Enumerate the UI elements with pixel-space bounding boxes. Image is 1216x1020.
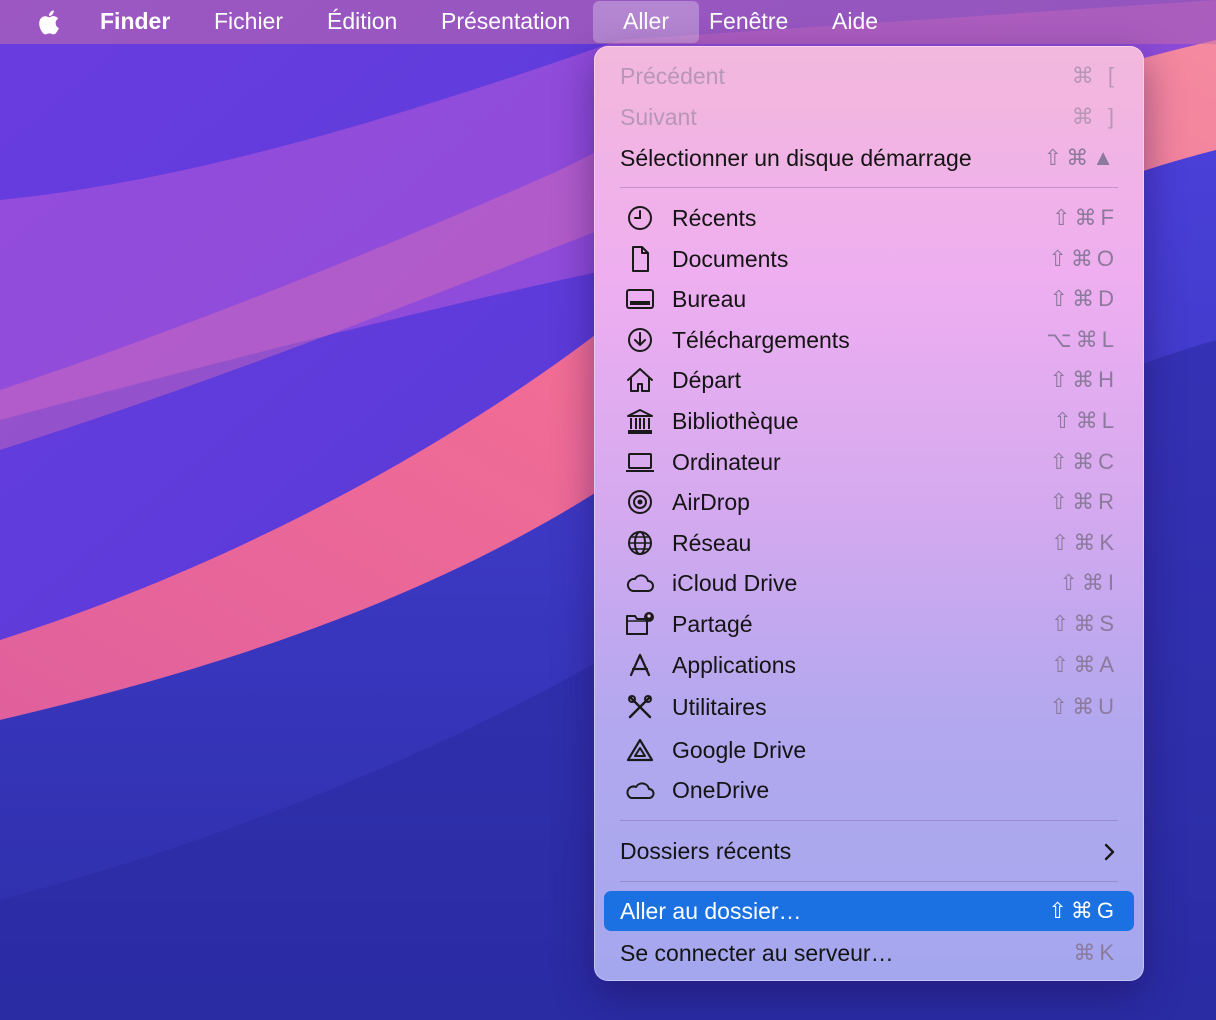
- menu-item-label: Google Drive: [672, 737, 807, 763]
- shortcut-label: ⇧⌘A: [1050, 652, 1118, 677]
- utilities-icon: [624, 693, 656, 721]
- home-icon: [624, 366, 656, 394]
- menu-item-documents[interactable]: Documents ⇧⌘O: [604, 239, 1134, 279]
- menu-item-depart[interactable]: Départ ⇧⌘H: [604, 360, 1134, 400]
- menu-item-bureau[interactable]: Bureau ⇧⌘D: [604, 279, 1134, 319]
- shortcut-label: ⇧⌘R: [1049, 489, 1118, 514]
- desktop-icon: [624, 285, 656, 313]
- menu-item-onedrive[interactable]: OneDrive: [604, 770, 1134, 810]
- onedrive-cloud-icon: [624, 776, 656, 804]
- menu-item-label: Réseau: [672, 530, 752, 556]
- menu-item-label: Sélectionner un disque démarrage: [620, 145, 972, 171]
- shortcut-label: ⌘ ]: [1071, 104, 1118, 129]
- menu-item-bibliotheque[interactable]: Bibliothèque ⇧⌘L: [604, 401, 1134, 441]
- menu-item-label: Bureau: [672, 286, 747, 312]
- menu-presentation[interactable]: Présentation: [441, 0, 570, 44]
- shortcut-label: ⇧⌘D: [1049, 286, 1118, 311]
- menu-item-label: Ordinateur: [672, 449, 781, 475]
- menu-item-aller-au-dossier[interactable]: Aller au dossier… ⇧⌘G: [604, 891, 1134, 931]
- menu-item-label: Utilitaires: [672, 694, 767, 720]
- shortcut-label: ⌥⌘L: [1046, 327, 1118, 352]
- shared-folder-icon: [624, 610, 656, 638]
- menu-item-label: Aller au dossier…: [620, 898, 802, 924]
- menu-item-label: OneDrive: [672, 777, 770, 803]
- shortcut-label: ⇧⌘H: [1049, 367, 1118, 392]
- aller-dropdown-menu: Précédent ⌘ [ Suivant ⌘ ] Sélectionner u…: [594, 46, 1144, 981]
- menu-item-airdrop[interactable]: AirDrop ⇧⌘R: [604, 482, 1134, 522]
- shortcut-label: ⇧⌘U: [1049, 694, 1118, 719]
- airdrop-icon: [624, 488, 656, 516]
- shortcut-label: ⇧⌘▲: [1043, 145, 1118, 170]
- apple-logo-icon[interactable]: [36, 6, 64, 38]
- menu-item-label: Partagé: [672, 611, 753, 637]
- google-drive-icon: [624, 736, 656, 764]
- download-icon: [624, 326, 656, 354]
- menu-aide[interactable]: Aide: [832, 0, 878, 44]
- menu-item-label: Suivant: [620, 104, 697, 130]
- shortcut-label: ⌘K: [1073, 940, 1118, 965]
- shortcut-label: ⇧⌘G: [1048, 898, 1118, 923]
- laptop-icon: [624, 448, 656, 476]
- menu-item-se-connecter-au-serveur[interactable]: Se connecter au serveur… ⌘K: [604, 933, 1134, 973]
- shortcut-label: ⌘ [: [1071, 63, 1118, 88]
- menu-bar: Finder Fichier Édition Présentation Alle…: [0, 0, 1216, 44]
- menu-item-google-drive[interactable]: Google Drive: [604, 730, 1134, 770]
- shortcut-label: ⇧⌘C: [1049, 449, 1118, 474]
- menu-item-label: Téléchargements: [672, 327, 850, 353]
- menu-item-label: Documents: [672, 246, 789, 272]
- clock-icon: [624, 204, 656, 232]
- menu-separator: [620, 187, 1118, 188]
- menu-item-label: Départ: [672, 367, 742, 393]
- menu-aller[interactable]: Aller: [593, 1, 699, 43]
- menu-item-label: Applications: [672, 652, 797, 678]
- menu-item-telechargements[interactable]: Téléchargements ⌥⌘L: [604, 320, 1134, 360]
- menu-item-precedent[interactable]: Précédent ⌘ [: [604, 56, 1134, 96]
- shortcut-label: ⇧⌘L: [1053, 408, 1118, 433]
- cloud-icon: [624, 569, 656, 597]
- menu-item-label: Se connecter au serveur…: [620, 940, 894, 966]
- library-icon: [624, 407, 656, 435]
- chevron-right-icon: [1102, 841, 1116, 861]
- menu-item-ordinateur[interactable]: Ordinateur ⇧⌘C: [604, 442, 1134, 482]
- applications-icon: [624, 651, 656, 679]
- menu-finder[interactable]: Finder: [100, 0, 170, 44]
- menu-item-utilitaires[interactable]: Utilitaires ⇧⌘U: [604, 687, 1134, 727]
- menu-item-icloud-drive[interactable]: iCloud Drive ⇧⌘I: [604, 563, 1134, 603]
- menu-item-label: Dossiers récents: [620, 838, 792, 864]
- document-icon: [624, 245, 656, 273]
- menu-item-label: AirDrop: [672, 489, 750, 515]
- shortcut-label: ⇧⌘I: [1059, 570, 1118, 595]
- menu-item-select-startup-disk[interactable]: Sélectionner un disque démarrage ⇧⌘▲: [604, 138, 1134, 178]
- menu-fenetre[interactable]: Fenêtre: [709, 0, 788, 44]
- menu-edition[interactable]: Édition: [327, 0, 397, 44]
- menu-item-recents[interactable]: Récents ⇧⌘F: [604, 198, 1134, 238]
- menu-item-partage[interactable]: Partagé ⇧⌘S: [604, 604, 1134, 644]
- menu-separator: [620, 820, 1118, 821]
- menu-fichier[interactable]: Fichier: [214, 0, 283, 44]
- menu-item-suivant[interactable]: Suivant ⌘ ]: [604, 97, 1134, 137]
- menu-separator: [620, 881, 1118, 882]
- menu-item-label: Précédent: [620, 63, 725, 89]
- shortcut-label: ⇧⌘S: [1050, 611, 1118, 636]
- shortcut-label: ⇧⌘O: [1048, 246, 1118, 271]
- menu-item-reseau[interactable]: Réseau ⇧⌘K: [604, 523, 1134, 563]
- menu-item-applications[interactable]: Applications ⇧⌘A: [604, 645, 1134, 685]
- menu-item-dossiers-recents[interactable]: Dossiers récents: [604, 831, 1134, 871]
- menu-item-label: iCloud Drive: [672, 570, 798, 596]
- menu-item-label: Bibliothèque: [672, 408, 799, 434]
- globe-icon: [624, 529, 656, 557]
- shortcut-label: ⇧⌘F: [1052, 205, 1118, 230]
- menu-item-label: Récents: [672, 205, 757, 231]
- shortcut-label: ⇧⌘K: [1050, 530, 1118, 555]
